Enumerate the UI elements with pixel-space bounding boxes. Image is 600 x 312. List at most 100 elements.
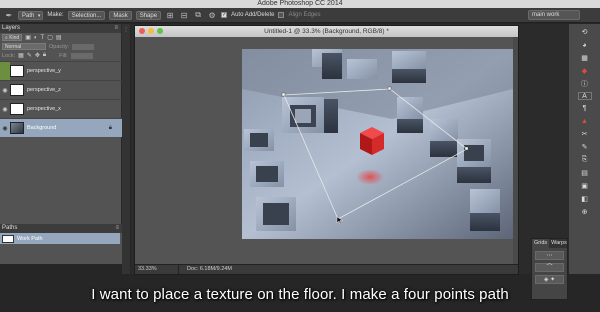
paths-panel-title[interactable]: Paths: [2, 225, 17, 231]
grids-warps-tabs: Grids Warps: [532, 239, 567, 248]
path-name: Work Path: [17, 235, 43, 242]
character-icon[interactable]: A: [577, 92, 592, 100]
lock-row: Lock: ▦ ✎ ✥ 🔒︎ Fill:: [0, 51, 121, 60]
shape-filter-icon[interactable]: ▢: [47, 34, 53, 41]
channels-icon[interactable]: ◧: [578, 194, 592, 204]
panel-menu-icon[interactable]: ≡: [114, 24, 118, 33]
layer-name: perspective_y: [27, 68, 61, 74]
grid-options-icon[interactable]: ◈ ✦: [535, 275, 564, 284]
pixel-filter-icon[interactable]: ▣: [25, 34, 31, 41]
align-edges-label: Align Edges: [288, 12, 321, 18]
document-titlebar[interactable]: Untitled-1 @ 33.3% (Background, RGB/8) *: [135, 26, 518, 37]
canvas-image[interactable]: [242, 49, 513, 239]
clone-source-icon[interactable]: ⎘: [578, 155, 592, 165]
make-selection-button[interactable]: Selection...: [67, 10, 106, 20]
paths-panel-header: Paths ≡: [0, 224, 122, 233]
layers-panel-title[interactable]: Layers: [2, 25, 20, 31]
brush-icon[interactable]: ✎: [578, 142, 592, 152]
layer-row-background[interactable]: ◉ Background 🔒︎: [0, 118, 122, 137]
layer-row[interactable]: ◉ perspective_z: [0, 80, 122, 99]
make-mask-button[interactable]: Mask: [109, 10, 132, 20]
layer-name: perspective_x: [27, 106, 61, 112]
filter-kind-select[interactable]: ⌕ Kind: [2, 34, 23, 41]
properties-icon[interactable]: ▤: [578, 168, 592, 178]
tab-warps[interactable]: Warps: [549, 239, 569, 248]
zoom-window-icon[interactable]: [157, 28, 163, 34]
tab-grids[interactable]: Grids: [532, 239, 550, 248]
panel-dock-strip[interactable]: ⋮: [122, 24, 130, 274]
layer-filter-row: ⌕ Kind ▣ ◐ T ▢ ▤: [0, 33, 121, 42]
opacity-label: Opacity:: [49, 43, 70, 50]
blend-row: Normal Opacity:: [0, 42, 121, 51]
make-label: Make:: [47, 12, 64, 18]
document-title: Untitled-1 @ 33.3% (Background, RGB/8) *: [264, 28, 389, 35]
layer-row[interactable]: ◉ perspective_x: [0, 99, 122, 118]
info-icon[interactable]: ⓘ: [578, 79, 592, 89]
eye-icon[interactable]: ◉: [0, 87, 10, 94]
layer-row[interactable]: perspective_y: [0, 61, 122, 80]
path-row-work-path[interactable]: Work Path: [0, 233, 120, 244]
eye-icon[interactable]: ◉: [0, 125, 10, 132]
layer-comps-icon[interactable]: ▣: [578, 181, 592, 191]
app-titlebar: Adobe Photoshop CC 2014: [0, 0, 600, 8]
right-panel-icons: ⟲ ◕ ▦ ◆ ⓘ A ¶ ▲ ✂ ✎ ⎘ ▤ ▣ ◧ ⊕: [568, 24, 600, 274]
layers-panel: Layers ≡ ⌕ Kind ▣ ◐ T ▢ ▤ Normal Opacity…: [0, 24, 122, 242]
close-icon[interactable]: [139, 28, 145, 34]
type-filter-icon[interactable]: T: [41, 35, 45, 41]
path-operations-icon[interactable]: ⊞: [165, 11, 175, 20]
grid-dots-icon[interactable]: ⋯: [535, 251, 564, 260]
document-status-bar: 33.33% Doc: 6.18M/9.24M: [135, 264, 518, 274]
path-arrangement-icon[interactable]: ⧉: [193, 10, 203, 20]
paragraph-icon[interactable]: ¶: [578, 103, 592, 113]
opacity-field[interactable]: [72, 43, 95, 50]
adjustments-icon[interactable]: ◆: [578, 66, 592, 76]
layer-thumbnail: [10, 122, 24, 134]
options-bar: ✒ Path Make: Selection... Mask Shape ⊞ ⊟…: [0, 8, 600, 23]
panel-menu-icon[interactable]: ≡: [115, 224, 119, 233]
lock-pixels-icon[interactable]: ✎: [27, 52, 32, 59]
lock-transparency-icon[interactable]: ▦: [18, 52, 24, 59]
layer-name: Background: [27, 125, 57, 131]
lock-label: Lock:: [2, 52, 16, 59]
layer-name: perspective_z: [27, 87, 61, 93]
layer-thumbnail: [10, 84, 24, 96]
layer-thumbnail: [10, 65, 24, 77]
paths-panel: Paths ≡ Work Path: [0, 224, 122, 264]
document-size-info[interactable]: Doc: 6.18M/9.24M: [179, 265, 232, 274]
auto-add-delete-label: Auto Add/Delete: [231, 12, 275, 18]
zoom-level[interactable]: 33.33%: [135, 265, 179, 274]
auto-add-delete-checkbox[interactable]: ✓: [221, 12, 228, 18]
workspace-select[interactable]: main work: [528, 10, 580, 20]
fill-field[interactable]: [70, 52, 93, 59]
tool-presets-icon[interactable]: ✂: [578, 129, 592, 139]
eye-icon[interactable]: ◉: [0, 106, 10, 113]
path-mode-select[interactable]: Path: [18, 10, 44, 20]
document-canvas[interactable]: [135, 37, 518, 274]
path-thumbnail: [2, 234, 14, 243]
lock-icon: 🔒︎: [108, 124, 112, 131]
blend-mode-select[interactable]: Normal: [2, 43, 46, 50]
navigator-icon[interactable]: ⊕: [578, 207, 592, 217]
smart-object-filter-icon[interactable]: ▤: [56, 34, 62, 41]
visibility-toggle-icon[interactable]: [0, 62, 10, 80]
layer-thumbnail: [10, 103, 24, 115]
fill-label: Fill:: [59, 52, 68, 59]
lock-position-icon[interactable]: ✥: [35, 52, 40, 59]
vertical-scrollbar[interactable]: [513, 37, 518, 266]
pen-tool-icon[interactable]: ✒: [4, 11, 14, 20]
path-alignment-icon[interactable]: ⊟: [179, 11, 189, 20]
gear-icon[interactable]: ⚙: [207, 11, 217, 20]
color-icon[interactable]: ◕: [578, 40, 592, 50]
make-shape-button[interactable]: Shape: [135, 10, 162, 20]
grid-perspective-icon[interactable]: ⌒: [535, 263, 564, 272]
swatches-icon[interactable]: ▦: [578, 53, 592, 63]
grip-icon: ⋮: [123, 27, 129, 33]
align-edges-checkbox[interactable]: [278, 12, 285, 18]
adjustment-filter-icon[interactable]: ◐: [34, 35, 38, 41]
window-controls: [139, 28, 163, 34]
styles-icon[interactable]: ▲: [578, 116, 592, 126]
minimize-icon[interactable]: [148, 28, 154, 34]
history-icon[interactable]: ⟲: [578, 27, 592, 37]
video-subtitle: I want to place a texture on the floor. …: [91, 286, 509, 303]
lock-all-icon[interactable]: 🔒︎: [43, 52, 46, 59]
